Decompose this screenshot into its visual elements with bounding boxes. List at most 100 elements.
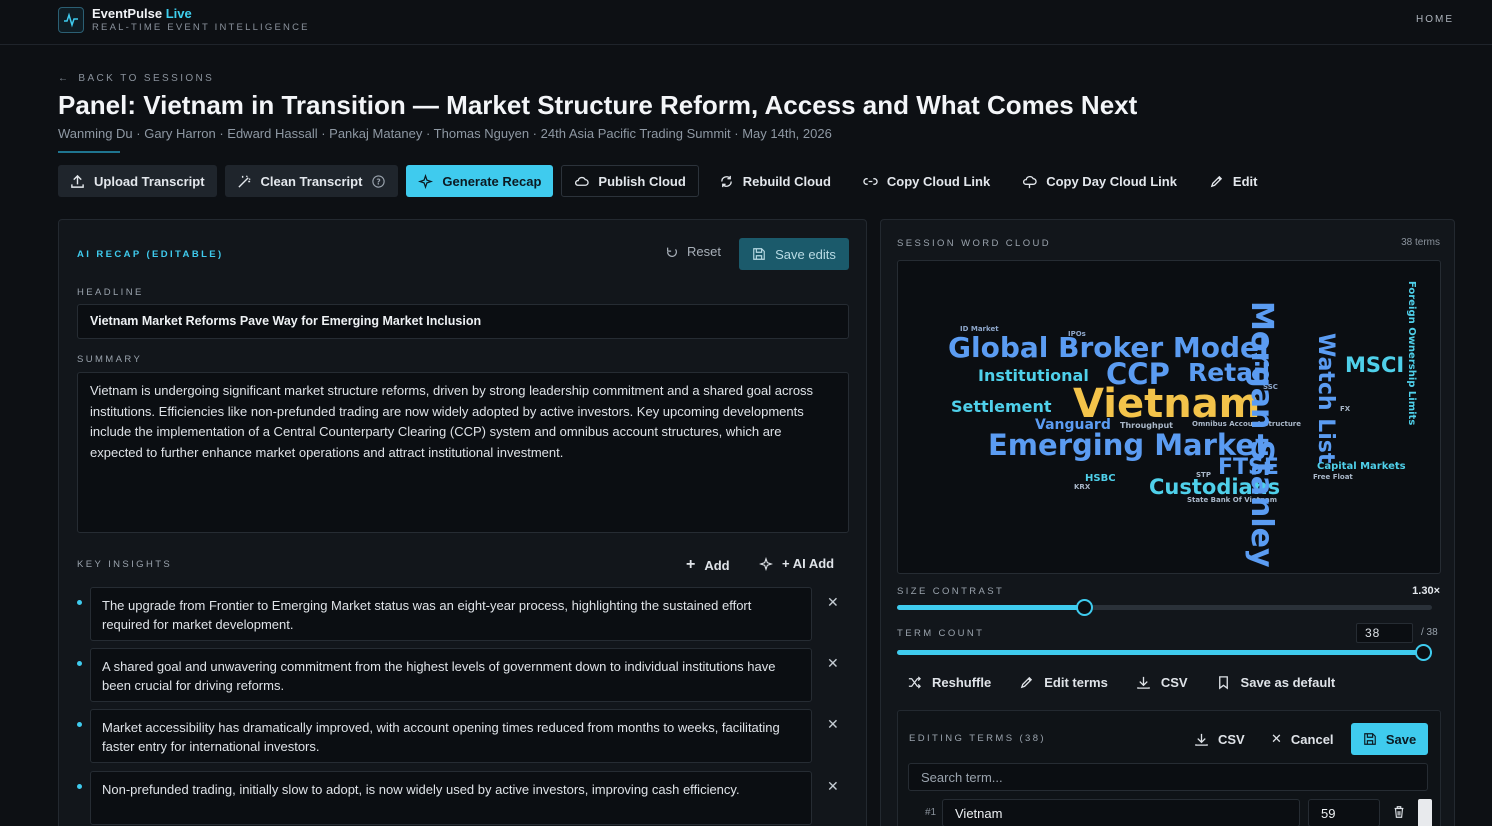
sparkles-icon (759, 556, 773, 571)
pulse-logo-icon[interactable] (58, 7, 84, 33)
save-icon (1363, 733, 1376, 745)
insight-textarea[interactable]: Non-prefunded trading, initially slow to… (90, 771, 812, 825)
magic-wand-icon (237, 174, 251, 188)
term-weight-input[interactable]: 59 (1308, 799, 1380, 826)
reshuffle-button[interactable]: Reshuffle (907, 675, 991, 690)
remove-insight-icon[interactable]: ✕ (827, 716, 839, 733)
headline-label: HEADLINE (77, 287, 144, 298)
word-cloud-panel: SESSION WORD CLOUD 38 terms ID Market IP… (880, 219, 1455, 826)
clean-transcript-button[interactable]: Clean Transcript ? (224, 165, 399, 197)
undo-icon (667, 247, 677, 257)
download-icon (1195, 733, 1208, 746)
remove-insight-icon[interactable]: ✕ (827, 594, 839, 611)
term-count-label: TERM COUNT (897, 628, 985, 639)
add-insight-button[interactable]: + Add (686, 556, 730, 574)
term-count-max: / 38 (1421, 627, 1438, 638)
word-cloud-canvas[interactable]: ID Market IPOs Global Broker Model Insti… (897, 260, 1441, 574)
editing-save-button[interactable]: Save (1351, 723, 1428, 755)
title-accent-divider (58, 151, 120, 153)
cloud-actions: Reshuffle Edit terms CSV Save as default (907, 675, 1335, 690)
copy-cloud-link-button[interactable]: Copy Cloud Link (851, 165, 1002, 197)
upload-transcript-button[interactable]: Upload Transcript (58, 165, 217, 197)
editing-terms-label: EDITING TERMS (38) (909, 733, 1046, 744)
ai-add-insight-button[interactable]: + AI Add (759, 556, 834, 571)
bullet-dot (77, 661, 82, 666)
page-title: Panel: Vietnam in Transition — Market St… (58, 90, 1138, 120)
upload-icon (71, 174, 84, 188)
remove-insight-icon[interactable]: ✕ (827, 655, 839, 672)
save-icon (753, 248, 765, 260)
help-circle-icon[interactable]: ? (371, 174, 386, 189)
slider-thumb[interactable] (1076, 599, 1093, 616)
bookmark-icon (1218, 676, 1228, 690)
cloud-link-icon (1023, 175, 1037, 188)
cloud-word: Capital Markets (1317, 461, 1406, 472)
size-contrast-value: 1.30× (1412, 585, 1440, 597)
insight-item: A shared goal and unwavering commitment … (77, 648, 857, 702)
headline-input[interactable]: Vietnam Market Reforms Pave Way for Emer… (77, 304, 849, 339)
cloud-word: Free Float (1313, 473, 1353, 481)
sparkles-icon (418, 173, 434, 189)
back-to-sessions-link[interactable]: ← BACK TO SESSIONS (58, 73, 214, 84)
editing-cancel-button[interactable]: ✕ Cancel (1271, 723, 1334, 755)
svg-text:?: ? (377, 177, 381, 186)
editing-csv-button[interactable]: CSV (1194, 723, 1245, 755)
insight-item: Market accessibility has dramatically im… (77, 709, 857, 763)
terms-scrollbar[interactable] (1418, 799, 1432, 826)
cloud-word: Morgan Stanley (1244, 301, 1279, 568)
bullet-dot (77, 722, 82, 727)
trash-icon[interactable] (1392, 805, 1406, 824)
bullet-dot (77, 600, 82, 605)
cloud-word: Settlement (951, 397, 1052, 416)
brand-name[interactable]: EventPulse Live (92, 6, 192, 21)
term-row-number: #1 (925, 807, 937, 818)
generate-recap-button[interactable]: Generate Recap (406, 165, 554, 197)
plus-icon: + (686, 556, 696, 573)
copy-day-cloud-link-button[interactable]: Copy Day Cloud Link (1010, 165, 1189, 197)
arrow-left-icon: ← (58, 73, 71, 84)
slider-fill (897, 650, 1432, 655)
edit-button[interactable]: Edit (1197, 165, 1270, 197)
ai-recap-panel: AI RECAP (EDITABLE) Reset Save edits HEA… (58, 219, 867, 826)
terms-count-badge: 38 terms (1401, 237, 1440, 248)
action-toolbar: Upload Transcript Clean Transcript ? Gen… (58, 165, 1269, 197)
size-contrast-label: SIZE CONTRAST (897, 586, 1005, 597)
publish-cloud-button[interactable]: Publish Cloud (561, 165, 699, 197)
editing-terms-panel: EDITING TERMS (38) CSV ✕ Cancel Save Sea… (897, 710, 1441, 826)
term-name-input[interactable]: Vietnam (942, 799, 1300, 826)
term-count-input[interactable]: 38 (1356, 623, 1413, 643)
session-word-cloud-label: SESSION WORD CLOUD (897, 238, 1052, 249)
save-as-default-button[interactable]: Save as default (1216, 675, 1335, 690)
insight-item: The upgrade from Frontier to Emerging Ma… (77, 587, 857, 641)
shuffle-icon (908, 676, 921, 689)
pencil-icon (1210, 175, 1223, 187)
cloud-word: Watch List (1313, 333, 1338, 464)
size-contrast-slider[interactable] (897, 599, 1432, 616)
save-edits-button[interactable]: Save edits (739, 238, 849, 270)
csv-download-button[interactable]: CSV (1136, 675, 1188, 690)
remove-insight-icon[interactable]: ✕ (827, 778, 839, 795)
insight-textarea[interactable]: A shared goal and unwavering commitment … (90, 648, 812, 702)
search-term-input[interactable]: Search term... (908, 763, 1428, 791)
insight-textarea[interactable]: The upgrade from Frontier to Emerging Ma… (90, 587, 812, 641)
pencil-icon (1021, 676, 1033, 689)
cloud-word: MSCI (1345, 353, 1405, 377)
ai-recap-label: AI RECAP (EDITABLE) (77, 249, 224, 260)
cloud-word: KRX (1074, 483, 1091, 491)
insight-textarea[interactable]: Market accessibility has dramatically im… (90, 709, 812, 763)
slider-thumb[interactable] (1415, 644, 1432, 661)
top-bar: EventPulse Live REAL-TIME EVENT INTELLIG… (0, 0, 1492, 45)
rebuild-cloud-button[interactable]: Rebuild Cloud (707, 165, 843, 197)
summary-textarea[interactable]: Vietnam is undergoing significant market… (77, 372, 849, 533)
term-count-slider[interactable] (897, 644, 1432, 661)
insight-item: Non-prefunded trading, initially slow to… (77, 771, 857, 825)
key-insights-label: KEY INSIGHTS (77, 559, 173, 570)
cloud-word: Foreign Ownership Limits (1406, 281, 1417, 426)
bullet-dot (77, 784, 82, 789)
nav-home-link[interactable]: HOME (1416, 14, 1454, 25)
edit-terms-button[interactable]: Edit terms (1019, 675, 1108, 690)
reset-button[interactable]: Reset (665, 244, 721, 259)
link-icon (863, 177, 878, 185)
summary-label: SUMMARY (77, 354, 143, 365)
download-icon (1137, 676, 1150, 689)
